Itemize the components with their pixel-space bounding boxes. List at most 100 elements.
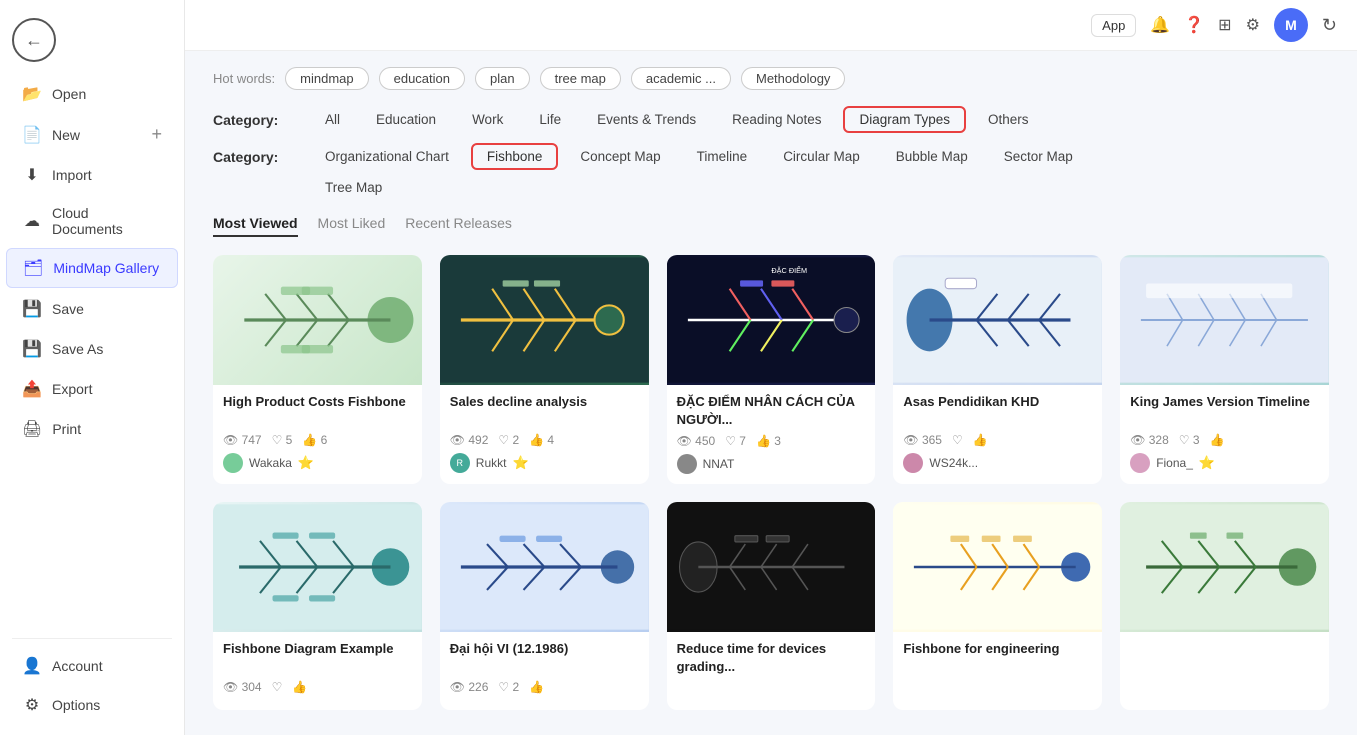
verified-badge-2: ⭐ [512,455,528,471]
sidebar-divider [12,638,172,639]
card-thumb-4 [893,255,1102,385]
sidebar-item-print[interactable]: 🖨 Print [6,410,178,448]
author-avatar-1 [223,453,243,473]
gallery-card-3[interactable]: ĐẶC ĐIỂM ĐẶC ĐIỂM NHÂN CÁCH CỦA NGƯỜI...… [667,255,876,484]
card-author-4: WS24k... [903,453,1092,473]
cat2-timeline[interactable]: Timeline [683,145,762,168]
hot-tag-treemap[interactable]: tree map [540,67,621,90]
hot-tag-education[interactable]: education [379,67,465,90]
sidebar-item-new[interactable]: 📄 New + [6,115,178,154]
likes-stat-6: ♡ [272,680,283,694]
sidebar: ← 📂 Open 📄 New + ⬇ Import ☁ Cloud Docume… [0,0,185,735]
card-author-3: NNAT [677,454,866,474]
hot-tag-methodology[interactable]: Methodology [741,67,845,90]
fishbone-svg-3: ĐẶC ĐIỂM [667,255,876,385]
gallery-card-6[interactable]: Fishbone Diagram Example 👁 304 ♡ 👍 [213,502,422,710]
card-stats-3: 👁 450 ♡ 7 👍 3 [677,434,866,448]
hot-tag-mindmap[interactable]: mindmap [285,67,368,90]
cat2-bubble[interactable]: Bubble Map [882,145,982,168]
cat2-fishbone[interactable]: Fishbone [471,143,559,170]
fishbone-svg-2 [440,255,649,385]
cat2-treemap[interactable]: Tree Map [311,176,396,199]
hot-words-label: Hot words: [213,71,275,86]
sidebar-item-open[interactable]: 📂 Open [6,75,178,113]
settings-icon[interactable]: ⚙ [1246,15,1260,35]
card-info-1: High Product Costs Fishbone 👁 747 ♡ 5 👍 … [213,385,422,483]
sidebar-item-save-as[interactable]: 💾 Save As [6,330,178,368]
gallery-card-9[interactable]: Fishbone for engineering [893,502,1102,710]
views-stat-1: 👁 747 [223,433,262,447]
grid-icon[interactable]: ⊞ [1218,15,1231,35]
cat2-concept[interactable]: Concept Map [566,145,674,168]
sort-most-liked[interactable]: Most Liked [318,215,386,237]
card-author-1: Wakaka ⭐ [223,453,412,473]
help-icon[interactable]: ❓ [1184,15,1204,35]
category1-label: Category: [213,112,303,128]
author-avatar-4 [903,453,923,473]
avatar[interactable]: M [1274,8,1308,42]
gallery-card-7[interactable]: Đại hội VI (12.1986) 👁 226 ♡ 2 👍 [440,502,649,710]
sidebar-label-import: Import [52,167,92,183]
verified-badge-1: ⭐ [298,455,314,471]
cat1-reading[interactable]: Reading Notes [718,108,835,131]
verified-badge-5: ⭐ [1199,455,1215,471]
app-button[interactable]: App [1091,14,1136,37]
sidebar-item-options[interactable]: ⚙ Options [6,686,178,724]
card-stats-6: 👁 304 ♡ 👍 [223,680,412,694]
gallery-icon: 🗂 [23,258,43,278]
fav-stat-1: 👍 6 [302,433,327,447]
cat2-sector[interactable]: Sector Map [990,145,1087,168]
card-thumb-2 [440,255,649,385]
gallery-card-1[interactable]: High Product Costs Fishbone 👁 747 ♡ 5 👍 … [213,255,422,484]
sidebar-item-save[interactable]: 💾 Save [6,290,178,328]
cat1-life[interactable]: Life [525,108,575,131]
cat1-work[interactable]: Work [458,108,517,131]
hot-words-row: Hot words: mindmap education plan tree m… [213,67,1329,90]
sidebar-item-import[interactable]: ⬇ Import [6,156,178,194]
save-icon: 💾 [22,299,42,319]
card-thumb-7 [440,502,649,632]
cat1-diagram-types[interactable]: Diagram Types [843,106,966,133]
cat2-org[interactable]: Organizational Chart [311,145,463,168]
notification-icon[interactable]: 🔔 [1150,15,1170,35]
card-info-9: Fishbone for engineering [893,632,1102,690]
hot-tag-academic[interactable]: academic ... [631,67,731,90]
cat1-all[interactable]: All [311,108,354,131]
cat2-circular[interactable]: Circular Map [769,145,874,168]
gallery-card-2[interactable]: Sales decline analysis 👁 492 ♡ 2 👍 4 R R… [440,255,649,484]
cat1-others[interactable]: Others [974,108,1043,131]
card-info-2: Sales decline analysis 👁 492 ♡ 2 👍 4 R R… [440,385,649,483]
back-button[interactable]: ← [12,18,56,62]
sidebar-item-mindmap-gallery[interactable]: 🗂 MindMap Gallery [6,248,178,288]
author-avatar-3 [677,454,697,474]
svg-text:ĐẶC ĐIỂM: ĐẶC ĐIỂM [771,266,807,275]
likes-stat-1: ♡ 5 [272,433,293,447]
sort-recent[interactable]: Recent Releases [405,215,512,237]
sidebar-item-export[interactable]: 📤 Export [6,370,178,408]
author-avatar-2: R [450,453,470,473]
content-area: Hot words: mindmap education plan tree m… [185,51,1357,735]
category2-row2: Tree Map [213,176,1329,199]
card-title-4: Asas Pendidikan KHD [903,393,1092,427]
main-content: App 🔔 ❓ ⊞ ⚙ M ↻ Hot words: mindmap educa… [185,0,1357,735]
cat1-education[interactable]: Education [362,108,450,131]
card-title-6: Fishbone Diagram Example [223,640,412,674]
export-icon: 📤 [22,379,42,399]
fav-stat-5: 👍 [1210,433,1225,447]
gallery-card-4[interactable]: Asas Pendidikan KHD 👁 365 ♡ 👍 WS24k... [893,255,1102,484]
likes-stat-5: ♡ 3 [1179,433,1200,447]
hot-tag-plan[interactable]: plan [475,67,530,90]
gallery-card-10[interactable] [1120,502,1329,710]
import-icon: ⬇ [22,165,42,185]
fav-stat-6: 👍 [292,680,307,694]
sort-most-viewed[interactable]: Most Viewed [213,215,298,237]
gallery-card-5[interactable]: King James Version Timeline 👁 328 ♡ 3 👍 … [1120,255,1329,484]
views-stat-5: 👁 328 [1130,433,1169,447]
cat1-events[interactable]: Events & Trends [583,108,710,131]
sidebar-item-account[interactable]: 👤 Account [6,647,178,685]
card-stats-5: 👁 328 ♡ 3 👍 [1130,433,1319,447]
likes-stat-2: ♡ 2 [498,433,519,447]
refresh-icon[interactable]: ↻ [1322,15,1337,36]
sidebar-item-cloud[interactable]: ☁ Cloud Documents [6,196,178,246]
gallery-card-8[interactable]: Reduce time for devices grading... [667,502,876,710]
